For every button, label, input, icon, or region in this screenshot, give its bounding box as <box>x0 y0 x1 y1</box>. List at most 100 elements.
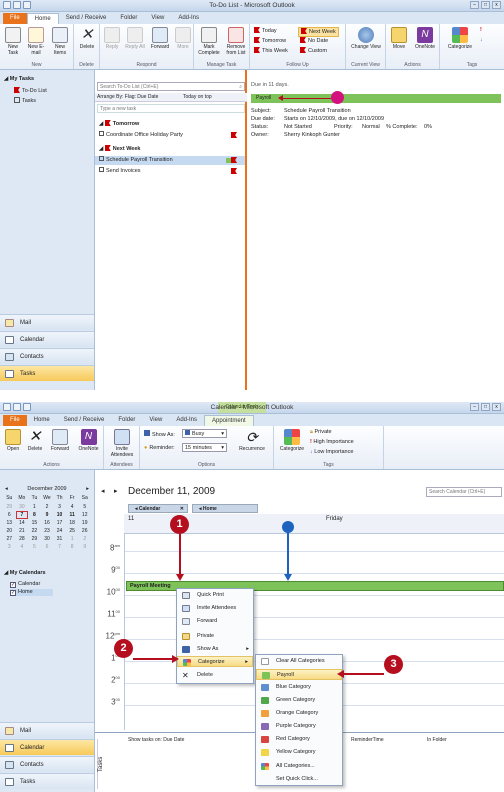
menu-categorize[interactable]: Categorize ▸ <box>177 656 253 667</box>
mini-calendar-day[interactable]: 19 <box>78 519 91 527</box>
mini-calendar-day[interactable]: 1 <box>66 535 79 543</box>
high-importance-button[interactable]: ! High Importance <box>310 438 354 446</box>
submenu-blue[interactable]: Blue Category <box>256 682 342 693</box>
reply-all-button[interactable]: Reply All <box>124 27 146 50</box>
mini-calendar-day[interactable]: 24 <box>53 527 66 535</box>
onenote-button[interactable]: N OneNote <box>412 27 438 50</box>
calendar-item-home[interactable]: ✓ Home <box>10 589 53 596</box>
arrange-by-label[interactable]: Arrange By: Flag: Due Date <box>97 94 158 100</box>
mini-calendar-day[interactable]: 9 <box>78 543 91 551</box>
categorize-button[interactable]: Categorize <box>444 27 476 50</box>
group-header-next-week[interactable]: ◢ Next Week <box>95 145 245 154</box>
recurrence-button[interactable]: ⟳ Recurrence <box>234 429 270 452</box>
chevron-left-icon[interactable]: ◂ <box>5 486 8 492</box>
nav-tasks-button[interactable]: Tasks <box>0 773 94 789</box>
submenu-all-categories[interactable]: All Categories... <box>256 761 342 772</box>
follow-tomorrow[interactable]: Tomorrow <box>254 37 286 45</box>
tab-send-receive[interactable]: Send / Receive <box>59 13 114 24</box>
mini-calendar-day[interactable]: 29 <box>28 535 41 543</box>
mini-calendar-day[interactable]: 4 <box>66 503 79 511</box>
mini-calendar-day[interactable]: 21 <box>16 527 29 535</box>
mini-calendar-day[interactable]: 4 <box>16 543 29 551</box>
follow-no-date[interactable]: No Date <box>300 37 328 45</box>
mini-calendar-day[interactable]: 7 <box>15 511 29 519</box>
mini-calendar-day[interactable]: 10 <box>53 511 66 519</box>
mini-calendar-day[interactable]: 26 <box>78 527 91 535</box>
mini-calendar-day[interactable]: 30 <box>16 503 29 511</box>
nav-mail-button[interactable]: Mail <box>0 722 94 738</box>
open-button[interactable]: Open <box>3 429 23 452</box>
new-task-button[interactable]: New Task <box>3 27 23 56</box>
submenu-green[interactable]: Green Category <box>256 695 342 706</box>
arrange-bar[interactable]: Arrange By: Flag: Due Date Today on top <box>95 93 247 102</box>
mini-calendar-day[interactable]: 2 <box>78 535 91 543</box>
forward-button[interactable]: Forward <box>47 429 73 452</box>
mini-calendar-day[interactable]: 15 <box>28 519 41 527</box>
window-controls[interactable]: – □ x <box>470 403 501 411</box>
mini-calendar-day[interactable]: 7 <box>53 543 66 551</box>
submenu-clear-all[interactable]: Clear All Categories <box>256 656 342 667</box>
mini-calendar-day[interactable]: 6 <box>41 543 54 551</box>
new-email-button[interactable]: New E-mail <box>25 27 47 56</box>
mini-calendar-day[interactable]: 3 <box>3 543 16 551</box>
mini-calendar-day[interactable]: 5 <box>28 543 41 551</box>
chevron-right-icon[interactable]: ▸ <box>86 486 89 492</box>
submenu-yellow[interactable]: Yellow Category <box>256 747 342 758</box>
mini-calendar-day[interactable]: 25 <box>66 527 79 535</box>
nav-mail-button[interactable]: Mail <box>0 314 94 330</box>
tab-add-ins[interactable]: Add-Ins <box>171 13 206 24</box>
tab-home[interactable]: Home <box>26 13 59 24</box>
sort-order-label[interactable]: Today on top <box>183 94 212 100</box>
nav-tasks[interactable]: Tasks <box>14 97 36 104</box>
mini-calendar-day[interactable]: 27 <box>3 535 16 543</box>
more-button[interactable]: More <box>174 27 192 50</box>
nav-to-do-list[interactable]: To-Do List <box>14 87 47 94</box>
nav-contacts-button[interactable]: Contacts <box>0 756 94 772</box>
mini-calendar-day[interactable]: 9 <box>41 511 54 519</box>
window-controls[interactable]: – □ x <box>470 1 501 9</box>
reply-button[interactable]: Reply <box>102 27 122 50</box>
tab-appointment[interactable]: Appointment <box>204 415 254 426</box>
my-calendars-header[interactable]: ◢ My Calendars <box>4 570 46 576</box>
remove-from-list-button[interactable]: Remove from List <box>223 27 249 56</box>
categorize-button[interactable]: Categorize <box>276 429 308 452</box>
mini-calendar-day[interactable]: 1 <box>28 503 41 511</box>
submenu-orange[interactable]: Orange Category <box>256 708 342 719</box>
next-day-button[interactable]: ▸ <box>114 487 118 495</box>
mark-complete-button[interactable]: Mark Complete <box>196 27 222 56</box>
mini-calendar-day[interactable]: 22 <box>28 527 41 535</box>
mini-calendar-day[interactable]: 18 <box>66 519 79 527</box>
delete-button[interactable]: ✕ Delete <box>77 27 97 51</box>
tab-folder[interactable]: Folder <box>111 415 142 426</box>
mini-calendar-day[interactable]: 8 <box>28 511 41 519</box>
mini-calendar-day[interactable]: 2 <box>41 503 54 511</box>
new-items-button[interactable]: New Items <box>49 27 71 56</box>
mini-calendar-day[interactable]: 12 <box>78 511 91 519</box>
submenu-purple[interactable]: Purple Category <box>256 721 342 732</box>
nav-tasks-button[interactable]: Tasks <box>0 365 94 381</box>
move-button[interactable]: Move <box>388 27 410 50</box>
follow-next-week[interactable]: Next Week <box>298 27 339 37</box>
task-row[interactable]: Send Invoices <box>95 167 245 176</box>
delete-button[interactable]: ✕ Delete <box>25 429 45 453</box>
submenu-set-quick-click[interactable]: Set Quick Click... <box>256 774 342 785</box>
mini-calendar-day[interactable]: 31 <box>53 535 66 543</box>
follow-custom[interactable]: Custom <box>300 47 327 55</box>
change-view-button[interactable]: Change View <box>350 27 382 50</box>
search-input[interactable]: Search To-Do List (Ctrl+E) ⌕ <box>97 82 245 91</box>
mini-calendar-day[interactable]: 16 <box>41 519 54 527</box>
mini-calendar-day[interactable]: 28 <box>16 535 29 543</box>
calendar-tab-home[interactable]: ◂ Home <box>192 504 258 513</box>
mini-calendar-day[interactable]: 23 <box>41 527 54 535</box>
submenu-red[interactable]: Red Category <box>256 734 342 745</box>
mini-calendar-day[interactable]: 14 <box>16 519 29 527</box>
mini-calendar-day[interactable]: 3 <box>53 503 66 511</box>
new-task-input[interactable]: Type a new task <box>97 104 245 113</box>
mini-calendar-day[interactable]: 13 <box>3 519 16 527</box>
tab-home[interactable]: Home <box>27 415 57 426</box>
mini-calendar-day[interactable]: 30 <box>41 535 54 543</box>
follow-today[interactable]: Today <box>254 27 277 35</box>
tab-file[interactable]: File <box>3 415 27 426</box>
submenu-payroll[interactable]: Payroll <box>256 669 342 680</box>
tab-folder[interactable]: Folder <box>113 13 144 24</box>
